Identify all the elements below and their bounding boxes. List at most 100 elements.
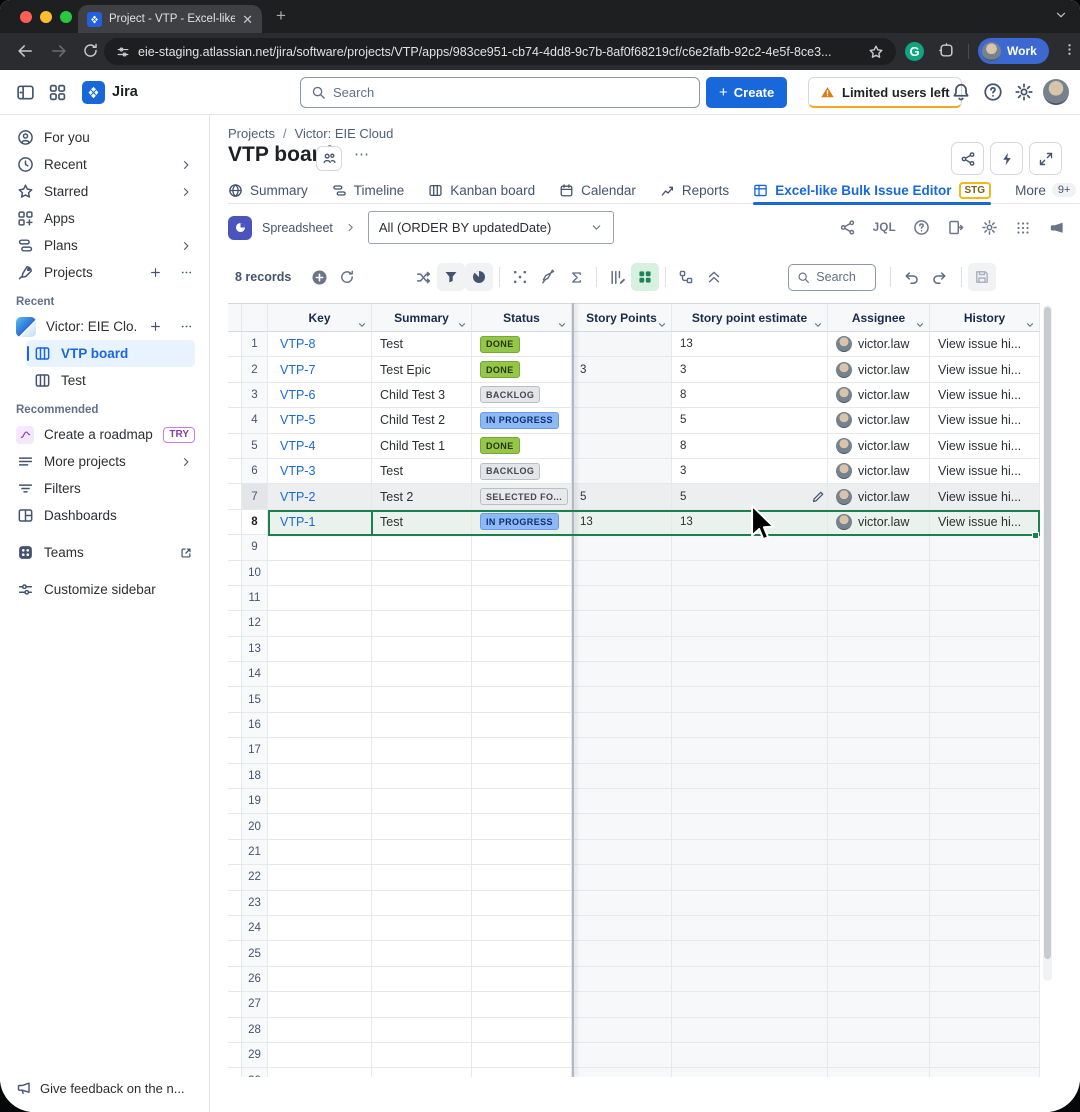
cell-story-points[interactable]: [572, 383, 672, 408]
empty-cell[interactable]: [372, 738, 472, 763]
cell-assignee[interactable]: victor.law: [828, 484, 930, 509]
cell-story-points[interactable]: [572, 459, 672, 484]
sidebar-item-apps[interactable]: Apps: [0, 205, 209, 232]
empty-cell[interactable]: [828, 637, 930, 662]
new-tab-button[interactable]: +: [276, 6, 286, 26]
page-more-actions-icon[interactable]: ⋯: [354, 145, 370, 163]
empty-cell[interactable]: [572, 814, 672, 839]
empty-cell[interactable]: [572, 535, 672, 560]
grid-search-input[interactable]: [816, 270, 867, 284]
cell-story-point-estimate[interactable]: 8: [672, 383, 828, 408]
refresh-button[interactable]: [333, 263, 361, 291]
empty-cell[interactable]: [268, 840, 372, 865]
row-number[interactable]: 6: [242, 459, 268, 484]
empty-cell[interactable]: [930, 865, 1040, 890]
row-select-cell[interactable]: [228, 764, 242, 789]
row-number[interactable]: 25: [242, 941, 268, 966]
empty-cell[interactable]: [472, 738, 572, 763]
empty-cell[interactable]: [930, 1068, 1040, 1077]
announcements-megaphone-icon[interactable]: [1048, 219, 1066, 237]
empty-cell[interactable]: [472, 637, 572, 662]
column-menu-chevron-icon[interactable]: [813, 320, 823, 330]
automation-lightning-button[interactable]: [990, 142, 1023, 175]
empty-cell[interactable]: [372, 637, 472, 662]
empty-cell[interactable]: [572, 611, 672, 636]
cell-assignee[interactable]: victor.law: [828, 408, 930, 433]
row-select-cell[interactable]: [228, 865, 242, 890]
empty-cell[interactable]: [930, 611, 1040, 636]
cell-story-points[interactable]: 5: [572, 484, 672, 509]
grid-scrollbar-thumb[interactable]: [1044, 307, 1051, 959]
cell-history[interactable]: View issue hi...: [930, 510, 1040, 535]
empty-cell[interactable]: [572, 865, 672, 890]
empty-cell[interactable]: [572, 637, 672, 662]
column-menu-chevron-icon[interactable]: [357, 320, 367, 330]
cell-status[interactable]: SELECTED FO...: [472, 484, 572, 509]
row-number[interactable]: 10: [242, 561, 268, 586]
empty-cell[interactable]: [268, 1068, 372, 1077]
tab-summary[interactable]: Summary: [228, 177, 308, 204]
cell-assignee[interactable]: victor.law: [828, 510, 930, 535]
more-options-icon[interactable]: [177, 320, 195, 333]
empty-cell[interactable]: [372, 789, 472, 814]
empty-cell[interactable]: [672, 637, 828, 662]
empty-cell[interactable]: [372, 1068, 472, 1077]
empty-cell[interactable]: [672, 840, 828, 865]
empty-cell[interactable]: [672, 941, 828, 966]
row-select-cell[interactable]: [228, 840, 242, 865]
empty-cell[interactable]: [930, 561, 1040, 586]
tab-calendar[interactable]: Calendar: [559, 177, 636, 204]
empty-cell[interactable]: [672, 738, 828, 763]
jql-button[interactable]: JQL: [873, 222, 896, 234]
row-number[interactable]: 26: [242, 967, 268, 992]
empty-cell[interactable]: [828, 840, 930, 865]
forward-button[interactable]: [50, 42, 68, 60]
create-button[interactable]: + Create: [706, 77, 787, 108]
empty-cell[interactable]: [828, 789, 930, 814]
fullscreen-expand-button[interactable]: [1029, 142, 1062, 175]
cell-story-points[interactable]: [572, 332, 672, 357]
empty-cell[interactable]: [372, 713, 472, 738]
cell-history[interactable]: View issue hi...: [930, 408, 1040, 433]
empty-cell[interactable]: [372, 561, 472, 586]
empty-cell[interactable]: [828, 611, 930, 636]
empty-cell[interactable]: [930, 916, 1040, 941]
empty-cell[interactable]: [828, 764, 930, 789]
empty-cell[interactable]: [930, 738, 1040, 763]
grid-view-button[interactable]: [631, 263, 659, 291]
empty-cell[interactable]: [472, 687, 572, 712]
sidebar-item-customize-sidebar[interactable]: Customize sidebar: [0, 576, 209, 603]
empty-cell[interactable]: [472, 1018, 572, 1043]
empty-cell[interactable]: [930, 637, 1040, 662]
sidebar-item-victor-eie-clo-[interactable]: Victor: EIE Clo...: [0, 313, 209, 340]
empty-cell[interactable]: [572, 738, 672, 763]
empty-cell[interactable]: [372, 611, 472, 636]
empty-cell[interactable]: [828, 1018, 930, 1043]
column-menu-chevron-icon[interactable]: [1025, 320, 1035, 330]
grammarly-extension-icon[interactable]: G: [905, 42, 924, 61]
empty-cell[interactable]: [572, 687, 672, 712]
browser-profile-chip[interactable]: Work: [978, 38, 1049, 64]
sidebar-item-starred[interactable]: Starred: [0, 178, 209, 205]
empty-cell[interactable]: [268, 687, 372, 712]
empty-cell[interactable]: [268, 992, 372, 1017]
sidebar-item-filters[interactable]: Filters: [0, 475, 209, 502]
cell-status[interactable]: BACKLOG: [472, 459, 572, 484]
empty-cell[interactable]: [472, 611, 572, 636]
empty-cell[interactable]: [372, 941, 472, 966]
row-number[interactable]: 4: [242, 408, 268, 433]
select-all-header[interactable]: [228, 304, 242, 332]
app-settings-gear-icon[interactable]: [981, 219, 998, 236]
row-select-cell[interactable]: [228, 383, 242, 408]
column-header-assignee[interactable]: Assignee: [828, 304, 930, 332]
cell-history[interactable]: View issue hi...: [930, 357, 1040, 382]
row-select-cell[interactable]: [228, 891, 242, 916]
empty-cell[interactable]: [572, 1043, 672, 1068]
sidebar-item-dashboards[interactable]: Dashboards: [0, 502, 209, 529]
cell-story-points[interactable]: 3: [572, 357, 672, 382]
app-name[interactable]: Jira: [112, 84, 138, 100]
empty-cell[interactable]: [672, 1018, 828, 1043]
empty-cell[interactable]: [672, 687, 828, 712]
empty-cell[interactable]: [268, 865, 372, 890]
grid-search[interactable]: [788, 264, 876, 291]
